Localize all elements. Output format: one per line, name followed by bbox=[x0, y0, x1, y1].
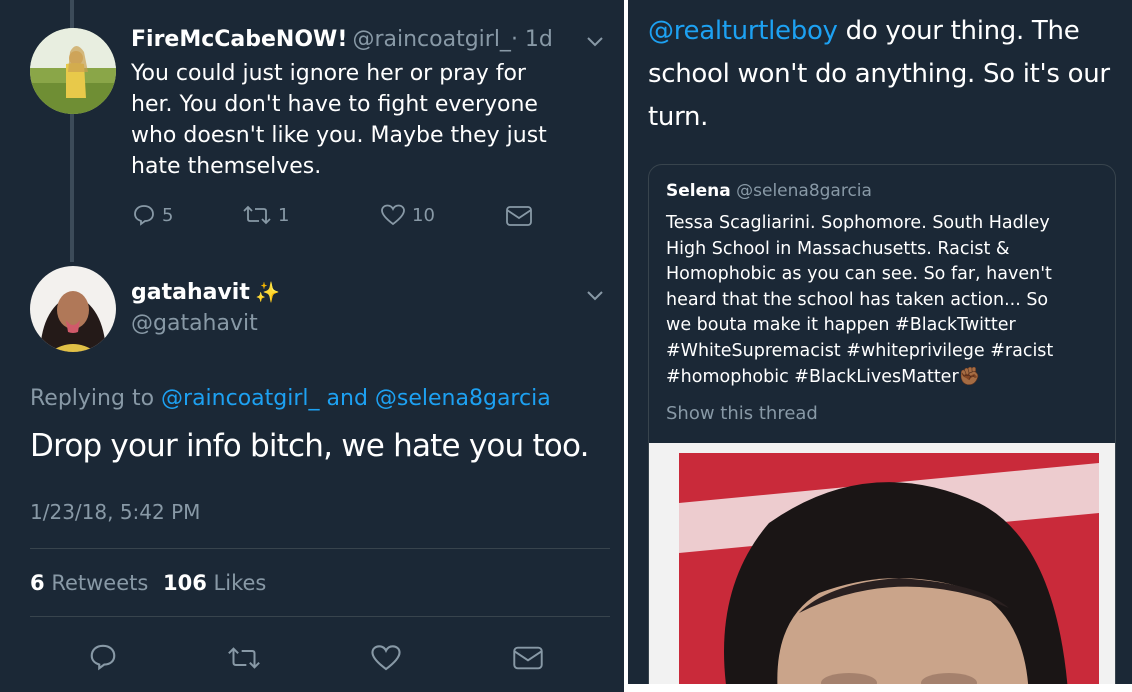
dm-envelope-icon[interactable] bbox=[505, 205, 533, 227]
divider bbox=[30, 616, 610, 617]
heart-icon[interactable] bbox=[370, 643, 402, 673]
chevron-down-icon[interactable] bbox=[584, 284, 606, 306]
quoted-author-name[interactable]: Selena bbox=[666, 181, 731, 201]
main-author-name[interactable]: gatahavit bbox=[131, 280, 250, 305]
raised-fist-icon: ✊🏾 bbox=[958, 366, 981, 387]
quoted-text-line: #homophobic #BlackLivesMatter✊🏾 bbox=[666, 365, 1053, 391]
quoted-text-line: Homophobic as you can see. So far, haven… bbox=[666, 264, 1052, 285]
sparkles-icon: ✨ bbox=[254, 280, 280, 304]
main-author-handle[interactable]: @gatahavit bbox=[131, 311, 258, 336]
engagement-stats: 6 Retweets 106 Likes bbox=[30, 571, 266, 595]
reply-tweet-text: You could just ignore her or pray for he… bbox=[131, 58, 547, 182]
main-author-line: gatahavit ✨ bbox=[131, 280, 280, 305]
quoted-tweet-card[interactable]: Selena @selena8garcia Tessa Scagliarini.… bbox=[648, 164, 1116, 684]
quoted-text-line: we bouta make it happen #BlackTwitter bbox=[666, 315, 1016, 336]
quoted-text-line: #WhiteSupremacist #whiteprivilege #racis… bbox=[666, 340, 1054, 361]
replying-to: Replying to @raincoatgirl_ and @selena8g… bbox=[30, 386, 551, 411]
tweet-timestamp[interactable]: 1/23/18, 5:42 PM bbox=[30, 500, 200, 524]
quote-tweet-line: @realturtleboy do your thing. The bbox=[648, 10, 1110, 53]
mention-link[interactable]: @realturtleboy bbox=[648, 16, 838, 46]
reply-author-line: FireMcCabeNOW! @raincoatgirl_· 1d bbox=[131, 27, 553, 52]
replying-user-link[interactable]: @selena8garcia bbox=[375, 386, 551, 411]
quoted-text-line: Tessa Scagliarini. Sophomore. South Hadl… bbox=[666, 213, 1050, 233]
reply-author-name[interactable]: FireMcCabeNOW! bbox=[131, 27, 347, 52]
reply-author-handle[interactable]: @raincoatgirl_ bbox=[352, 27, 510, 52]
like-count: 10 bbox=[412, 204, 435, 226]
replying-user-link[interactable]: @raincoatgirl_ bbox=[161, 386, 319, 411]
heart-icon bbox=[381, 204, 405, 226]
main-tweet-text: Drop your info bitch, we hate you too. bbox=[30, 428, 589, 464]
quote-tweet-text-part: do your thing. The bbox=[837, 16, 1080, 46]
reply-action[interactable]: 5 bbox=[132, 203, 173, 227]
main-author-avatar[interactable] bbox=[30, 266, 116, 352]
quote-tweet-line: school won't do anything. So it's our bbox=[648, 59, 1110, 89]
reply-text-line: who doesn't like you. Maybe they just bbox=[131, 123, 547, 148]
right-screenshot: @realturtleboy do your thing. The school… bbox=[628, 0, 1132, 684]
reply-time: · 1d bbox=[510, 27, 553, 52]
like-action[interactable]: 10 bbox=[380, 203, 435, 227]
quoted-text-part: #homophobic #BlackLivesMatter bbox=[666, 366, 959, 387]
reply-icon[interactable] bbox=[88, 642, 118, 672]
quoted-text-line: heard that the school has taken action..… bbox=[666, 289, 1049, 310]
quoted-media-image[interactable] bbox=[649, 443, 1115, 684]
show-thread-link[interactable]: Show this thread bbox=[666, 403, 818, 424]
quote-tweet-line: turn. bbox=[648, 102, 709, 132]
quoted-author-handle[interactable]: @selena8garcia bbox=[736, 181, 872, 201]
reply-text-line: her. You don't have to fight everyone bbox=[131, 92, 538, 117]
quoted-tweet-text: Tessa Scagliarini. Sophomore. South Hadl… bbox=[666, 211, 1053, 390]
reply-count: 5 bbox=[162, 204, 174, 226]
replying-prefix: Replying to bbox=[30, 386, 155, 411]
retweet-icon bbox=[243, 205, 271, 225]
divider bbox=[30, 548, 610, 549]
retweet-count: 1 bbox=[278, 204, 290, 226]
retweet-count[interactable]: 6 bbox=[30, 571, 45, 595]
quoted-text-line: High School in Massachusetts. Racist & bbox=[666, 238, 1010, 259]
left-screenshot: FireMcCabeNOW! @raincoatgirl_· 1d You co… bbox=[0, 0, 624, 692]
chevron-down-icon[interactable] bbox=[584, 30, 606, 52]
dm-envelope-icon[interactable] bbox=[512, 645, 544, 671]
retweet-action[interactable]: 1 bbox=[242, 203, 289, 227]
reply-text-line: You could just ignore her or pray for bbox=[131, 61, 526, 86]
retweets-label[interactable]: Retweets bbox=[51, 571, 148, 595]
quoted-author-line: Selena @selena8garcia bbox=[666, 181, 872, 201]
retweet-icon[interactable] bbox=[226, 644, 262, 672]
reply-text-line: hate themselves. bbox=[131, 154, 322, 179]
likes-label[interactable]: Likes bbox=[214, 571, 267, 595]
reply-icon bbox=[134, 205, 154, 226]
quote-tweet-text: @realturtleboy do your thing. The school… bbox=[648, 10, 1110, 139]
like-count[interactable]: 106 bbox=[163, 571, 207, 595]
replying-and[interactable]: and bbox=[327, 386, 368, 411]
reply-author-avatar[interactable] bbox=[30, 28, 116, 114]
